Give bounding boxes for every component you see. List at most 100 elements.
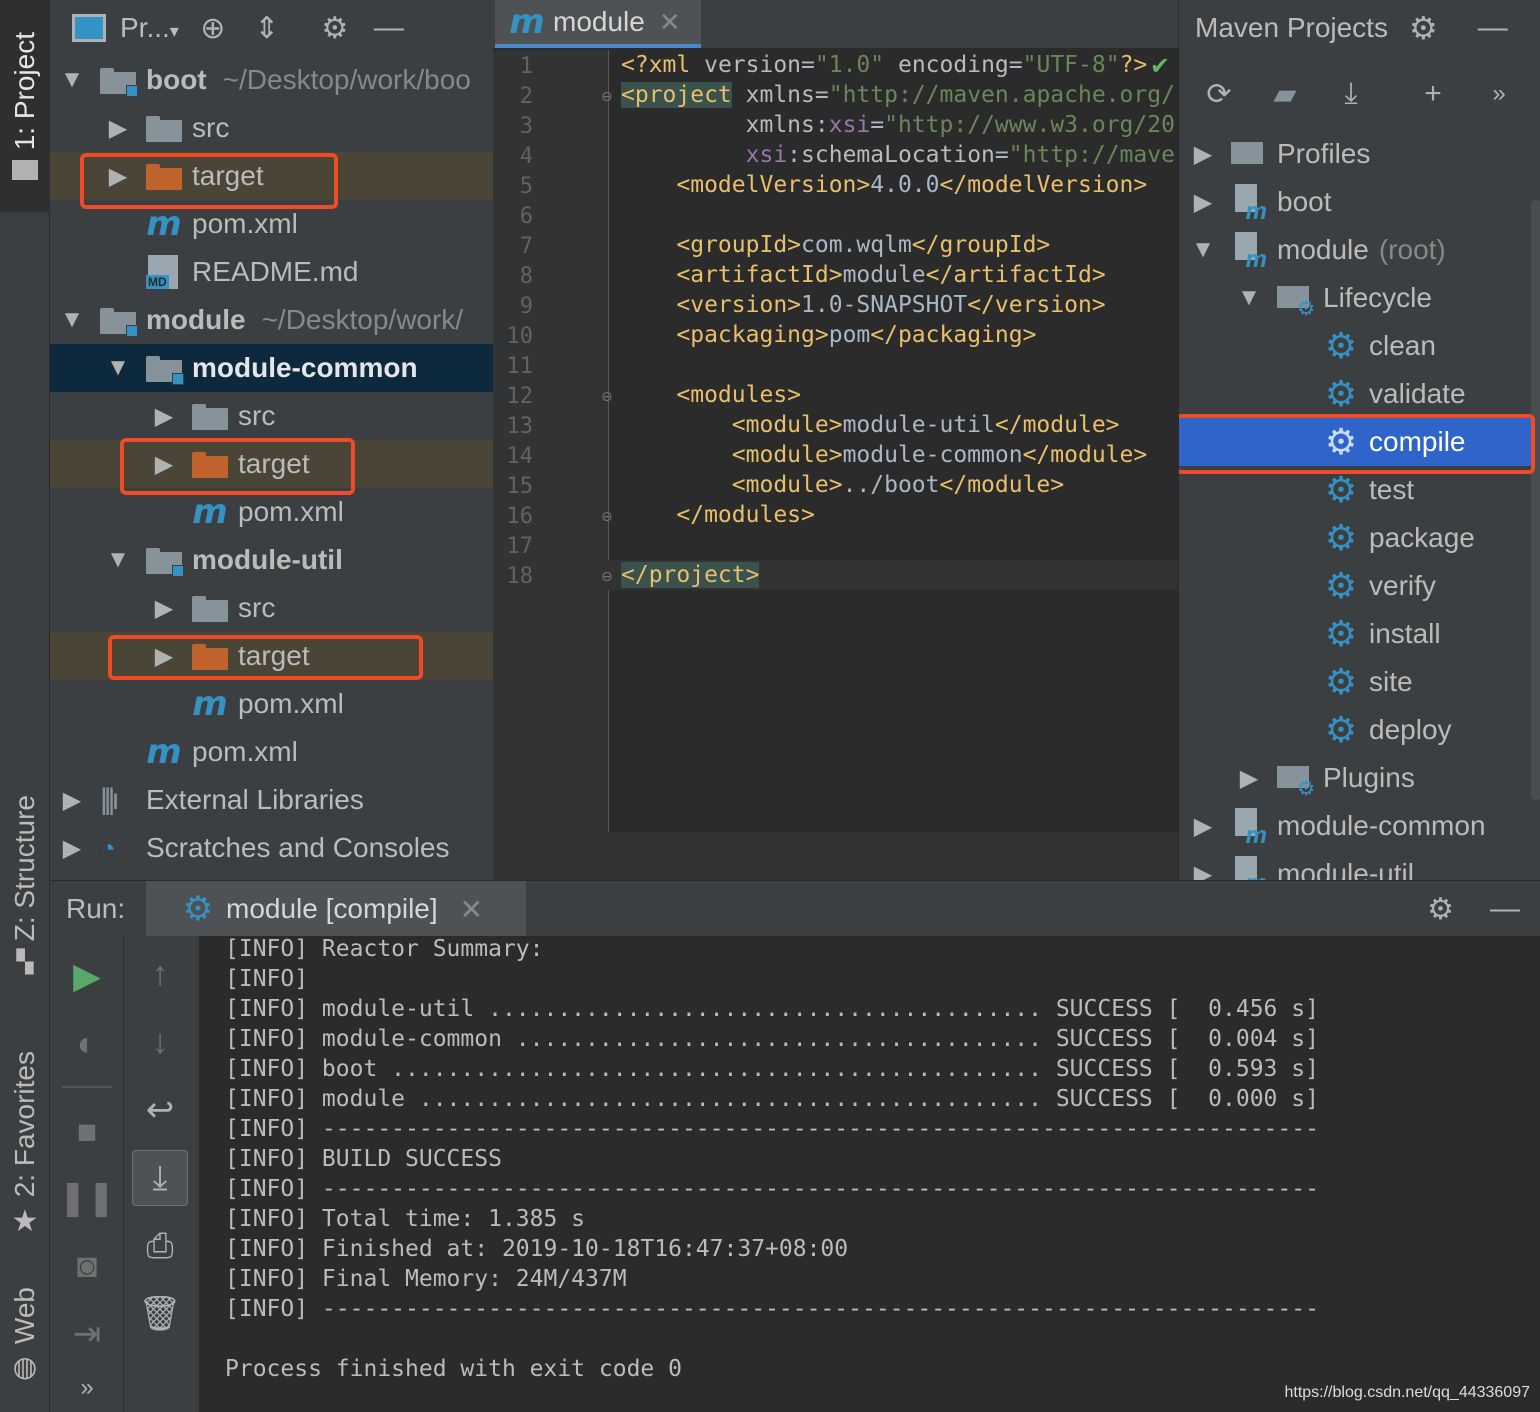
maven-goal-compile[interactable]: ⚙ compile <box>1179 418 1540 466</box>
code-line-4[interactable]: xsi:schemaLocation="http://mave <box>621 142 1175 168</box>
tree-item-label: module <box>146 304 246 335</box>
trash-icon[interactable]: 🗑 <box>132 1286 188 1342</box>
fold-marker-icon[interactable]: ⊖ <box>601 508 613 525</box>
rerun-failed-icon[interactable]: ◐ <box>59 1016 115 1072</box>
exit-icon[interactable]: ⇥ <box>59 1306 115 1362</box>
tree-item-target[interactable]: ▶ target <box>50 152 493 200</box>
code-line-16[interactable]: </modules> <box>621 502 814 528</box>
scroll-to-end-icon[interactable]: ⤓ <box>132 1150 188 1206</box>
code-line-8[interactable]: <artifactId>module</artifactId> <box>621 262 1105 288</box>
maven-goal-validate[interactable]: ⚙ validate <box>1179 370 1540 418</box>
code-line-13[interactable]: <module>module-util</module> <box>621 412 1120 438</box>
console-line: [INFO] BUILD SUCCESS <box>225 1146 502 1172</box>
project-view-selector[interactable]: Pr...▾ <box>120 12 179 44</box>
gear-icon[interactable]: ⚙ <box>1409 9 1438 47</box>
tree-item-external-libraries[interactable]: ▶ |||ı External Libraries <box>50 776 493 824</box>
fold-marker-icon[interactable]: ⊖ <box>601 88 613 105</box>
tree-item-src[interactable]: ▶ src <box>50 392 493 440</box>
console-output[interactable]: [INFO] Reactor Summary: [INFO] [INFO] modu… <box>200 936 1528 1412</box>
fold-marker-icon[interactable]: ⊖ <box>601 568 613 585</box>
soft-wrap-icon[interactable]: ↩ <box>132 1082 188 1138</box>
tree-item-pom[interactable]: m pom.xml <box>50 728 493 776</box>
maven-goal-install[interactable]: ⚙ install <box>1179 610 1540 658</box>
tree-item-target[interactable]: ▶ target <box>50 632 493 680</box>
maven-item-module[interactable]: ▼ m module (root) <box>1179 226 1540 274</box>
fold-marker-icon[interactable]: ⊖ <box>601 388 613 405</box>
tab-favorites[interactable]: 2: Favorites ★ <box>0 1040 50 1250</box>
camera-icon[interactable]: ◙ <box>59 1238 115 1294</box>
project-view-title: Pr... <box>120 12 170 43</box>
locate-icon[interactable]: ⊕ <box>193 8 233 48</box>
code-line-14[interactable]: <module>module-common</module> <box>621 442 1147 468</box>
tab-structure-label: Z: Structure <box>9 794 40 942</box>
add-icon[interactable]: + <box>1413 74 1453 114</box>
expanded-arrow-icon: ▼ <box>60 66 84 93</box>
maven-item-module-common[interactable]: ▶ m module-common <box>1179 802 1540 850</box>
code-line-9[interactable]: <version>1.0-SNAPSHOT</version> <box>621 292 1105 318</box>
maven-goal-verify[interactable]: ⚙ verify <box>1179 562 1540 610</box>
rerun-icon[interactable]: ▶ <box>59 948 115 1004</box>
tree-item-src[interactable]: ▶ src <box>50 584 493 632</box>
tree-item-target[interactable]: ▶ target <box>50 440 493 488</box>
download-icon[interactable]: ⤓ <box>1331 74 1371 114</box>
maven-item-profiles[interactable]: ▶ Profiles <box>1179 130 1540 178</box>
tree-item-pom[interactable]: m pom.xml <box>50 200 493 248</box>
maven-item-module-util[interactable]: ▶ m module-util <box>1179 850 1540 880</box>
hide-icon[interactable]: — <box>369 8 409 48</box>
code-line-3[interactable]: xmlns:xsi="http://www.w3.org/20 <box>621 112 1175 138</box>
code-line-1[interactable]: <?xml version="1.0" encoding="UTF-8"?> <box>621 52 1147 78</box>
code-line-12[interactable]: <modules> <box>621 382 801 408</box>
tree-item-module-common[interactable]: ▼ module-common <box>50 344 493 392</box>
reimport-icon[interactable]: ⟳ <box>1199 74 1239 114</box>
tree-item-pom[interactable]: m pom.xml <box>50 680 493 728</box>
collapse-all-icon[interactable]: ⇕ <box>247 8 287 48</box>
code-line-18[interactable]: </project> <box>621 562 760 588</box>
close-icon[interactable]: ✕ <box>659 7 681 38</box>
tree-item-label: target <box>238 448 310 479</box>
code-line-5[interactable]: <modelVersion>4.0.0</modelVersion> <box>621 172 1147 198</box>
tab-web-label: Web <box>9 1286 40 1345</box>
tree-item-boot[interactable]: ▼ boot ~/Desktop/work/boo <box>50 56 493 104</box>
tree-item-module[interactable]: ▼ module ~/Desktop/work/ <box>50 296 493 344</box>
generate-sources-icon[interactable]: ▰ <box>1265 74 1305 114</box>
more-icon[interactable]: » <box>1479 74 1519 114</box>
pause-icon[interactable]: ❚❚ <box>59 1170 116 1226</box>
gear-icon: ⚙ <box>182 890 214 928</box>
tab-structure[interactable]: Z: Structure ▚ <box>0 780 50 990</box>
up-arrow-icon[interactable]: ↑ <box>132 946 188 1002</box>
down-arrow-icon[interactable]: ↓ <box>132 1014 188 1070</box>
maven-item-plugins[interactable]: ▶ ⚙ Plugins <box>1179 754 1540 802</box>
tree-item-module-util[interactable]: ▼ module-util <box>50 536 493 584</box>
maven-goal-test[interactable]: ⚙ test <box>1179 466 1540 514</box>
more-icon[interactable]: » <box>59 1360 115 1412</box>
code-line-2[interactable]: <project xmlns="http://maven.apache.org/ <box>621 82 1175 108</box>
maven-goal-site[interactable]: ⚙ site <box>1179 658 1540 706</box>
tree-item-readme[interactable]: MD README.md <box>50 248 493 296</box>
print-icon[interactable]: ⎙ <box>132 1218 188 1274</box>
tab-web[interactable]: Web ◍ <box>0 1280 50 1390</box>
gear-icon[interactable]: ⚙ <box>315 8 355 48</box>
tab-project[interactable]: 1: Project <box>0 0 50 212</box>
gear-icon[interactable]: ⚙ <box>1427 892 1454 927</box>
maven-goal-package[interactable]: ⚙ package <box>1179 514 1540 562</box>
maven-file-icon: m <box>192 492 228 532</box>
editor-tab-module[interactable]: m module ✕ <box>495 0 701 48</box>
tree-item-scratches[interactable]: ▶ ◔ Scratches and Consoles <box>50 824 493 872</box>
tree-item-pom[interactable]: m pom.xml <box>50 488 493 536</box>
hide-icon[interactable]: — <box>1478 11 1508 45</box>
maven-project-icon: m <box>1231 232 1267 273</box>
code-line-10[interactable]: <packaging>pom</packaging> <box>621 322 1036 348</box>
console-line: [INFO] <box>225 966 309 992</box>
stop-icon[interactable]: ■ <box>59 1104 115 1160</box>
hide-icon[interactable]: — <box>1490 892 1520 926</box>
code-line-7[interactable]: <groupId>com.wqlm</groupId> <box>621 232 1050 258</box>
code-line-15[interactable]: <module>../boot</module> <box>621 472 1064 498</box>
close-icon[interactable]: ✕ <box>460 893 483 926</box>
maven-item-boot[interactable]: ▶ m boot <box>1179 178 1540 226</box>
maven-item-lifecycle[interactable]: ▼ ⚙ Lifecycle <box>1179 274 1540 322</box>
maven-goal-deploy[interactable]: ⚙ deploy <box>1179 706 1540 754</box>
tree-item-src[interactable]: ▶ src <box>50 104 493 152</box>
maven-goal-clean[interactable]: ⚙ clean <box>1179 322 1540 370</box>
maven-scrollbar[interactable] <box>1531 200 1540 800</box>
run-tab[interactable]: ⚙ module [compile] ✕ <box>146 881 526 937</box>
